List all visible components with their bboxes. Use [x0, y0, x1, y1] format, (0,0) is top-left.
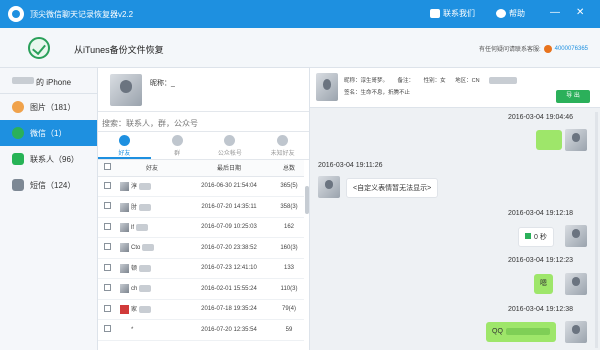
- user-icon: [543, 44, 552, 53]
- contact-info-header: 昵称：淳生哥梦。 备注： 性别：女 地区：CN 签名：生命不息，折腾不止 导 出: [310, 68, 600, 108]
- contact-us-button[interactable]: 联系我们: [430, 8, 475, 19]
- message-bubble-sent: [536, 130, 562, 150]
- export-button[interactable]: 导 出: [556, 90, 590, 103]
- avatar: [120, 284, 129, 294]
- search-input[interactable]: 搜索：联系人，群，公众号: [98, 112, 309, 132]
- row-checkbox[interactable]: [103, 284, 111, 292]
- message-timestamp: 2016-03-04 19:12:38: [508, 306, 573, 313]
- column-last-date[interactable]: 最后日期: [184, 160, 274, 177]
- sidebar: 的 iPhone 图片（181） 微信（1） 联系人（96） 短信（124）: [0, 68, 98, 350]
- chat-icon: [430, 9, 440, 18]
- sidebar-item-wechat[interactable]: 微信（1）: [0, 120, 97, 146]
- avatar: [120, 222, 129, 232]
- contact-details: 昵称：淳生哥梦。 备注： 性别：女 地区：CN 签名：生命不息，折腾不止: [344, 75, 525, 99]
- message-bubble-sent: 0 秒: [518, 227, 554, 247]
- chat-panel: 昵称：淳生哥梦。 备注： 性别：女 地区：CN 签名：生命不息，折腾不止 导 出…: [310, 68, 600, 350]
- contacts-icon: [12, 153, 24, 165]
- avatar: [120, 182, 129, 192]
- contact-type-tabs: 好友 群 公众帐号 未知好友: [98, 132, 309, 160]
- table-row[interactable]: 家 2016-07-18 19:35:24 79(4): [98, 299, 304, 320]
- row-checkbox[interactable]: [103, 263, 111, 271]
- select-all-checkbox[interactable]: [103, 163, 111, 171]
- avatar: [110, 74, 142, 106]
- row-checkbox[interactable]: [103, 181, 111, 189]
- tab-friends[interactable]: 好友: [98, 132, 151, 159]
- avatar: [565, 321, 587, 343]
- itunes-backup-icon: [28, 37, 50, 59]
- voice-icon: [525, 233, 531, 239]
- table-row[interactable]: 顿 2016-07-23 12:41:10 133: [98, 258, 304, 279]
- tab-groups[interactable]: 群: [151, 132, 204, 159]
- table-row[interactable]: 肘 2016-07-20 14:35:11 358(3): [98, 196, 304, 218]
- support-info: 有任何疑问请联系客服: 4000076365: [478, 44, 588, 53]
- column-friend[interactable]: 好友: [116, 160, 184, 177]
- row-checkbox[interactable]: [103, 202, 111, 210]
- tab-unknown-friends[interactable]: 未知好友: [256, 132, 309, 159]
- tab-official-accounts[interactable]: 公众帐号: [204, 132, 257, 159]
- table-row[interactable]: * 2016-07-20 12:35:54 59: [98, 319, 304, 341]
- close-button[interactable]: ✕: [576, 7, 584, 19]
- message-timestamp: 2016-03-04 19:12:23: [508, 257, 573, 264]
- sms-icon: [12, 179, 24, 191]
- official-account-icon: [224, 135, 236, 146]
- message-timestamp: 2016-03-04 19:04:46: [508, 114, 573, 121]
- friends-table: 好友 最后日期 总数 淳 2016-06-30 21:54:04 365(5) …: [98, 160, 304, 341]
- photos-icon: [12, 101, 24, 113]
- unknown-friend-icon: [277, 135, 289, 146]
- sidebar-item-photos[interactable]: 图片（181）: [0, 94, 97, 120]
- message-timestamp: 2016-03-04 19:11:26: [318, 162, 383, 169]
- redacted-name: [12, 77, 34, 84]
- column-total[interactable]: 总数: [274, 160, 304, 177]
- help-icon: [496, 9, 506, 18]
- row-checkbox[interactable]: [103, 222, 111, 230]
- support-qq-link[interactable]: 4000076365: [555, 46, 588, 52]
- app-title: 顶尖微信聊天记录恢复器v2.2: [30, 10, 134, 19]
- friend-icon: [118, 135, 130, 146]
- row-checkbox[interactable]: [103, 304, 111, 312]
- row-checkbox[interactable]: [103, 243, 111, 251]
- group-icon: [171, 135, 183, 146]
- app-logo-icon: [8, 6, 24, 22]
- avatar: [120, 243, 129, 253]
- row-checkbox[interactable]: [103, 325, 111, 333]
- message-bubble-sent: 嗯: [534, 274, 553, 294]
- chat-scrollbar[interactable]: [595, 112, 598, 348]
- nickname-label: 昵称：_: [150, 80, 175, 87]
- table-row[interactable]: 淳 2016-06-30 21:54:04 365(5): [98, 176, 304, 197]
- title-bar: 顶尖微信聊天记录恢复器v2.2 联系我们 帮助 — ✕: [0, 0, 600, 28]
- message-bubble-sent: QQ: [486, 322, 556, 342]
- minimize-button[interactable]: —: [550, 7, 560, 19]
- avatar: [316, 73, 338, 101]
- sidebar-item-sms[interactable]: 短信（124）: [0, 172, 97, 198]
- message-bubble-received: <自定义表情暂无法显示>: [346, 178, 439, 198]
- account-header: 昵称：_: [98, 68, 309, 112]
- avatar: [565, 225, 587, 247]
- contact-list-panel: 昵称：_ 搜索：联系人，群，公众号 好友 群 公众帐号 未知好友 好友 最后日期…: [98, 68, 310, 350]
- table-row[interactable]: Cto 2016-07-20 23:38:52 160(3): [98, 237, 304, 259]
- table-row[interactable]: lf 2016-07-09 10:25:03 162: [98, 217, 304, 238]
- avatar: [565, 129, 587, 151]
- wechat-icon: [12, 127, 24, 139]
- avatar: [120, 264, 129, 274]
- sidebar-item-contacts[interactable]: 联系人（96）: [0, 146, 97, 172]
- avatar: [565, 273, 587, 295]
- avatar: [120, 305, 129, 315]
- avatar: [120, 202, 129, 212]
- help-button[interactable]: 帮助: [496, 8, 525, 19]
- avatar: [318, 176, 340, 198]
- message-timestamp: 2016-03-04 19:12:18: [508, 210, 573, 217]
- table-header: 好友 最后日期 总数: [98, 160, 304, 177]
- device-name: 的 iPhone: [0, 68, 97, 94]
- source-title: 从iTunes备份文件恢复: [74, 45, 164, 55]
- source-header: 从iTunes备份文件恢复 有任何疑问请联系客服: 4000076365: [0, 28, 600, 68]
- table-row[interactable]: ch 2016-02-01 15:55:24 110(3): [98, 278, 304, 300]
- list-scrollbar[interactable]: [305, 186, 309, 214]
